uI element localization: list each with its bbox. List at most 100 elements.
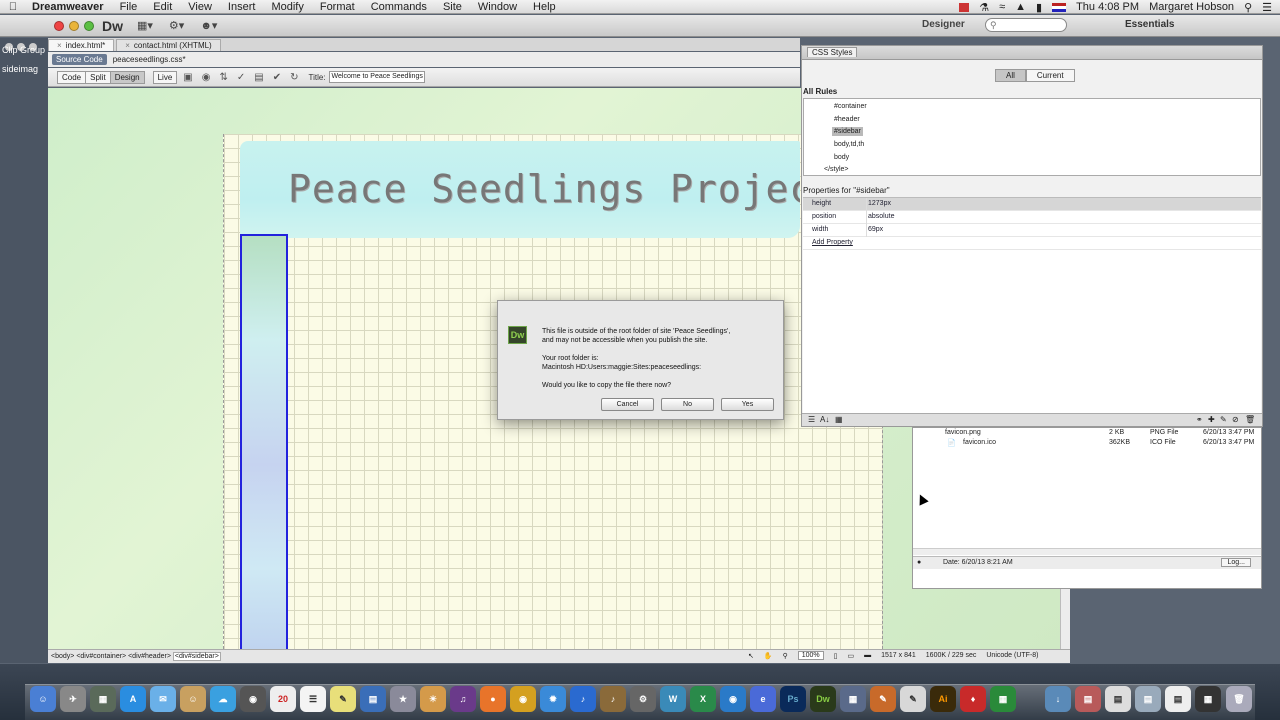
tag-header[interactable]: <div#header> — [128, 653, 171, 660]
log-button[interactable]: Log... — [1221, 558, 1251, 567]
calendar-icon[interactable]: 20 — [270, 686, 296, 712]
settings-gear-icon[interactable]: ⚙▾ — [169, 19, 184, 32]
document-stack-icon[interactable]: ▤ — [1105, 686, 1131, 712]
validate-icon[interactable]: ✔ — [273, 72, 281, 83]
source-code-button[interactable]: Source Code — [52, 54, 107, 65]
bluetooth-icon[interactable]: ⚗ — [979, 1, 989, 14]
desktop-size-icon[interactable]: ▬ — [864, 652, 871, 659]
design-view-button[interactable]: Design — [110, 70, 145, 84]
property-value[interactable]: 69px — [868, 226, 883, 233]
record-status-icon[interactable] — [959, 2, 970, 12]
menu-help[interactable]: Help — [525, 1, 564, 13]
garageband-icon[interactable]: ♪ — [600, 686, 626, 712]
tab-index-html[interactable]: × index.html* — [48, 39, 115, 51]
screenshot-stack-icon[interactable]: ▤ — [1135, 686, 1161, 712]
firefox-icon[interactable]: ● — [480, 686, 506, 712]
show-set-icon[interactable]: ▦ — [835, 415, 843, 424]
volume-icon[interactable]: ▲ — [1015, 1, 1026, 13]
zoom-window-button[interactable] — [84, 20, 94, 31]
trash-icon[interactable]: 🗑 — [1226, 686, 1252, 712]
ie-icon[interactable]: e — [750, 686, 776, 712]
file-row[interactable]: 📄 favicon.ico 362KB ICO File 6/20/13 3:4… — [913, 438, 1261, 449]
menu-modify[interactable]: Modify — [263, 1, 311, 13]
launchpad-icon[interactable]: ✈ — [60, 686, 86, 712]
menu-commands[interactable]: Commands — [363, 1, 435, 13]
delete-rule-icon[interactable]: 🗑 — [1245, 415, 1255, 424]
yes-button[interactable]: Yes — [721, 398, 774, 411]
mission-control-icon[interactable]: ▦ — [90, 686, 116, 712]
finder-icon[interactable]: ☺ — [30, 686, 56, 712]
title-field[interactable]: Welcome to Peace Seedlings — [328, 71, 425, 83]
select-tool-icon[interactable]: ↖ — [748, 652, 754, 660]
property-row[interactable]: position absolute — [803, 211, 1261, 224]
downloads-folder-icon[interactable]: ↓ — [1045, 686, 1071, 712]
file-stack-icon[interactable]: ▤ — [1165, 686, 1191, 712]
tag-body[interactable]: <body> — [51, 653, 74, 660]
new-rule-icon[interactable]: ✚ — [1208, 415, 1215, 424]
globe-app-icon[interactable]: ◉ — [720, 686, 746, 712]
tag-container[interactable]: <div#container> — [76, 653, 126, 660]
menu-view[interactable]: View — [180, 1, 220, 13]
menu-edit[interactable]: Edit — [145, 1, 180, 13]
illustrator-icon[interactable]: Ai — [930, 686, 956, 712]
photoshop-icon[interactable]: Ps — [780, 686, 806, 712]
rule-item-container[interactable]: #container — [832, 102, 869, 111]
all-mode-button[interactable]: All — [995, 69, 1026, 82]
split-view-button[interactable]: Split — [86, 70, 111, 84]
rule-item-style-end[interactable]: </style> — [822, 165, 851, 174]
cancel-button[interactable]: Cancel — [601, 398, 654, 411]
menu-file[interactable]: File — [112, 1, 146, 13]
no-button[interactable]: No — [661, 398, 714, 411]
show-category-icon[interactable]: ☰ — [808, 415, 815, 424]
menu-format[interactable]: Format — [312, 1, 363, 13]
show-alpha-icon[interactable]: A↓ — [820, 415, 829, 424]
battery-icon[interactable]: ▮ — [1036, 1, 1042, 14]
photo-booth-icon[interactable]: ◉ — [240, 686, 266, 712]
mobile-size-icon[interactable]: ▯ — [834, 652, 838, 660]
edit-rule-icon[interactable]: ✎ — [1220, 415, 1227, 424]
preview-icon[interactable]: ▤ — [360, 686, 386, 712]
dreamweaver-icon[interactable]: Dw — [810, 686, 836, 712]
attach-style-icon[interactable]: ⚭ — [1196, 415, 1203, 424]
itunes-icon[interactable]: ♫ — [450, 686, 476, 712]
app-menu[interactable]: Dreamweaver — [26, 1, 112, 13]
live-view-button[interactable]: Live — [152, 70, 178, 84]
pages-icon[interactable]: ✎ — [870, 686, 896, 712]
mail-icon[interactable]: ✉ — [150, 686, 176, 712]
menu-insert[interactable]: Insert — [220, 1, 264, 13]
terminal-icon[interactable]: ▦ — [1195, 686, 1221, 712]
user-icon[interactable]: ☻▾ — [200, 19, 217, 32]
messages-icon[interactable]: ☁ — [210, 686, 236, 712]
search-input[interactable]: ⚲ — [985, 18, 1067, 32]
apple-menu-icon[interactable]:  — [0, 1, 26, 13]
tablet-size-icon[interactable]: ▭ — [848, 652, 855, 660]
spotlight-icon[interactable]: ⚲ — [1244, 1, 1252, 14]
user-name[interactable]: Margaret Hobson — [1149, 1, 1234, 13]
css-styles-tab[interactable]: CSS Styles — [807, 47, 858, 57]
add-property-link[interactable]: Add Property — [812, 239, 853, 246]
close-tab-icon[interactable]: × — [125, 41, 130, 50]
property-value[interactable]: absolute — [868, 213, 894, 220]
safari-icon[interactable]: ✹ — [540, 686, 566, 712]
sidebar-div-selected[interactable] — [240, 234, 288, 649]
reminders-icon[interactable]: ☰ — [300, 686, 326, 712]
current-mode-button[interactable]: Current — [1025, 69, 1075, 82]
chrome-icon[interactable]: ◉ — [510, 686, 536, 712]
rule-item-body-td-th[interactable]: body,td,th — [832, 140, 866, 149]
hand-tool-icon[interactable]: ✋ — [764, 652, 773, 660]
rules-list[interactable]: #container #header #sidebar body,td,th b… — [803, 98, 1261, 176]
property-row[interactable]: height 1273px — [803, 198, 1261, 211]
rule-item-body[interactable]: body — [832, 153, 851, 162]
header-div[interactable]: Peace Seedlings Project — [240, 141, 800, 238]
minimize-window-button[interactable] — [69, 20, 79, 31]
property-value[interactable]: 1273px — [868, 200, 891, 207]
workspace-switcher[interactable]: Designer — [922, 19, 965, 30]
spreadsheet-icon[interactable]: ▦ — [990, 686, 1016, 712]
check-browser-icon[interactable]: ✓ — [237, 72, 245, 83]
textedit-icon[interactable]: ✎ — [900, 686, 926, 712]
tab-contact-html[interactable]: × contact.html (XHTML) — [116, 39, 221, 51]
notification-icon[interactable]: ☰ — [1262, 1, 1272, 14]
zoom-select[interactable]: 100% — [797, 651, 824, 660]
disable-rule-icon[interactable]: ⊘ — [1232, 415, 1239, 424]
clock[interactable]: Thu 4:08 PM — [1076, 1, 1139, 13]
